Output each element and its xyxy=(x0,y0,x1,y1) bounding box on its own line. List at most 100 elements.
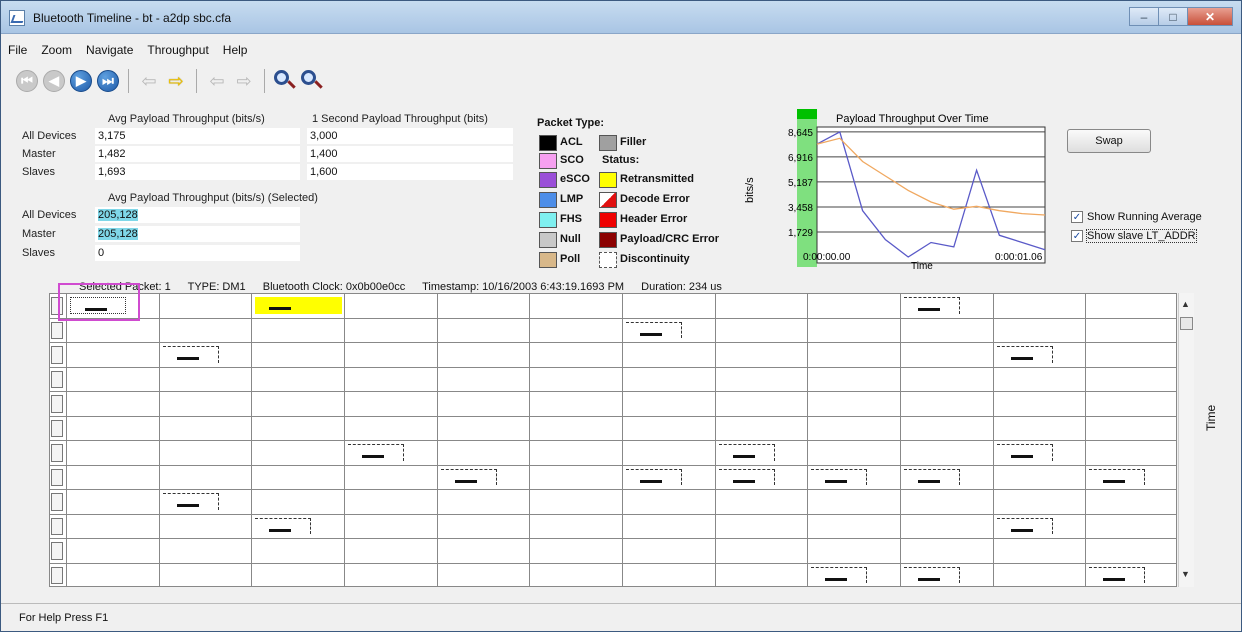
legend-swatch xyxy=(539,232,557,248)
maximize-button[interactable]: □ xyxy=(1158,7,1188,26)
packet-bar xyxy=(1103,479,1126,483)
timeline-row-header[interactable] xyxy=(51,444,63,462)
packet-bar xyxy=(640,479,662,483)
zoom-in-icon[interactable] xyxy=(273,69,297,93)
timeline-packet[interactable] xyxy=(811,566,868,583)
timeline-packet[interactable] xyxy=(718,444,775,461)
swap-button[interactable]: Swap xyxy=(1067,129,1151,153)
timeline-packet[interactable] xyxy=(440,468,497,485)
timeline-row-header[interactable] xyxy=(51,395,63,413)
timeline-packet[interactable] xyxy=(626,468,682,485)
timeline-packet[interactable] xyxy=(996,517,1053,534)
timeline-row-line xyxy=(50,562,1176,564)
close-button[interactable]: ✕ xyxy=(1187,7,1233,26)
menu-navigate[interactable]: Navigate xyxy=(79,43,140,57)
timeline-row-header[interactable] xyxy=(51,493,63,511)
timeline-col-line xyxy=(344,294,345,586)
selection-highlight xyxy=(58,283,140,321)
chart-ytick-label: 3,458 xyxy=(788,203,813,214)
scroll-down-icon[interactable]: ▼ xyxy=(1181,569,1190,579)
sel-all-value: 205,128 xyxy=(95,207,300,223)
back-arrow-icon[interactable]: ⇦ xyxy=(137,69,161,93)
timeline-packet[interactable] xyxy=(996,444,1053,461)
legend-swatch xyxy=(539,212,557,228)
legend-swatch xyxy=(599,135,617,151)
avg-slaves-value: 1,693 xyxy=(95,164,300,180)
timeline-packet[interactable] xyxy=(162,493,219,510)
forward-arrow-icon[interactable]: ⇨ xyxy=(232,69,256,93)
toolbar-separator xyxy=(196,69,197,93)
timeline-row-header[interactable] xyxy=(51,542,63,560)
status-bar: For Help Press F1 xyxy=(1,603,1241,631)
menu-help[interactable]: Help xyxy=(216,43,255,57)
packet-bar xyxy=(1010,455,1033,459)
legend-swatch xyxy=(539,153,557,169)
vertical-scrollbar[interactable]: ▲ ▼ xyxy=(1178,293,1194,587)
timeline-packet[interactable] xyxy=(255,517,312,534)
toolbar: ⏮ ◀ ▶ ⏭ ⇦ ⇨ ⇦ ⇨ xyxy=(15,66,327,96)
row-label: Master xyxy=(22,228,56,240)
title-bar: Bluetooth Timeline - bt - a2dp sbc.cfa –… xyxy=(1,1,1241,34)
timeline-packet[interactable] xyxy=(162,346,219,363)
sel-throughput-header: Avg Payload Throughput (bits/s) (Selecte… xyxy=(108,192,318,204)
scroll-up-icon[interactable]: ▲ xyxy=(1181,299,1190,309)
timeline-packet[interactable] xyxy=(904,468,960,485)
timeline-row-header[interactable] xyxy=(51,321,63,339)
timeline-row-line xyxy=(50,464,1176,466)
menu-file[interactable]: File xyxy=(1,43,34,57)
chart-title: Payload Throughput Over Time xyxy=(836,113,989,125)
menu-bar: File Zoom Navigate Throughput Help xyxy=(1,40,1241,60)
timeline-packet[interactable] xyxy=(255,297,342,314)
row-label: Slaves xyxy=(22,166,56,178)
timeline-packet[interactable] xyxy=(348,444,404,461)
show-running-average-checkbox[interactable]: ✓ Show Running Average xyxy=(1071,211,1202,223)
timeline-col-line xyxy=(251,294,253,586)
legend-swatch xyxy=(599,192,617,208)
timeline-grid[interactable] xyxy=(49,293,1177,587)
prev-icon[interactable]: ◀ xyxy=(42,69,66,93)
scroll-thumb[interactable] xyxy=(1180,317,1193,330)
chart-xtick-label: 0:00:01.06 xyxy=(995,252,1043,263)
first-icon[interactable]: ⏮ xyxy=(15,69,39,93)
timeline-col-line xyxy=(66,294,67,586)
timeline-row-header[interactable] xyxy=(51,566,63,584)
legend-label: Null xyxy=(560,233,581,245)
menu-throughput[interactable]: Throughput xyxy=(140,43,215,57)
sec-slaves-value: 1,600 xyxy=(307,164,513,180)
legend-label: ACL xyxy=(560,136,583,148)
packet-bar xyxy=(1010,357,1033,361)
timeline-row-line xyxy=(50,317,1176,319)
legend-label: Discontinuity xyxy=(620,253,690,265)
next-icon[interactable]: ▶ xyxy=(69,69,93,93)
show-slave-checkbox[interactable]: ✓ Show slave LT_ADDR xyxy=(1071,229,1197,243)
avg-master-value: 1,482 xyxy=(95,146,300,162)
timeline-row-header[interactable] xyxy=(51,468,63,486)
forward-arrow-icon[interactable]: ⇨ xyxy=(164,69,188,93)
timeline-packet[interactable] xyxy=(718,468,775,485)
timeline-row-line xyxy=(50,415,1176,417)
timeline-packet[interactable] xyxy=(904,566,960,583)
timeline-packet[interactable] xyxy=(1089,566,1146,583)
timeline-packet[interactable] xyxy=(996,346,1053,363)
timeline-packet[interactable] xyxy=(811,468,868,485)
minimize-button[interactable]: – xyxy=(1129,7,1159,26)
timeline-col-line xyxy=(1085,294,1087,586)
timeline-packet[interactable] xyxy=(1089,468,1146,485)
timeline-col-line xyxy=(158,294,160,586)
timeline-packet[interactable] xyxy=(904,297,960,314)
sec-all-value: 3,000 xyxy=(307,128,513,144)
timeline-row-line xyxy=(50,366,1176,368)
timeline-row-header[interactable] xyxy=(51,517,63,535)
menu-zoom[interactable]: Zoom xyxy=(34,43,79,57)
chart-ytick-label: 8,645 xyxy=(788,128,813,139)
last-icon[interactable]: ⏭ xyxy=(96,69,120,93)
timeline-packet[interactable] xyxy=(626,321,682,338)
timeline-row-header[interactable] xyxy=(51,346,63,364)
toolbar-separator xyxy=(128,69,129,93)
timeline-row-line xyxy=(50,538,1176,539)
timeline-row-header[interactable] xyxy=(51,370,63,388)
timeline-row-header[interactable] xyxy=(51,419,63,437)
legend-label: Decode Error xyxy=(620,193,690,205)
back-arrow-icon[interactable]: ⇦ xyxy=(205,69,229,93)
zoom-out-icon[interactable] xyxy=(300,69,324,93)
